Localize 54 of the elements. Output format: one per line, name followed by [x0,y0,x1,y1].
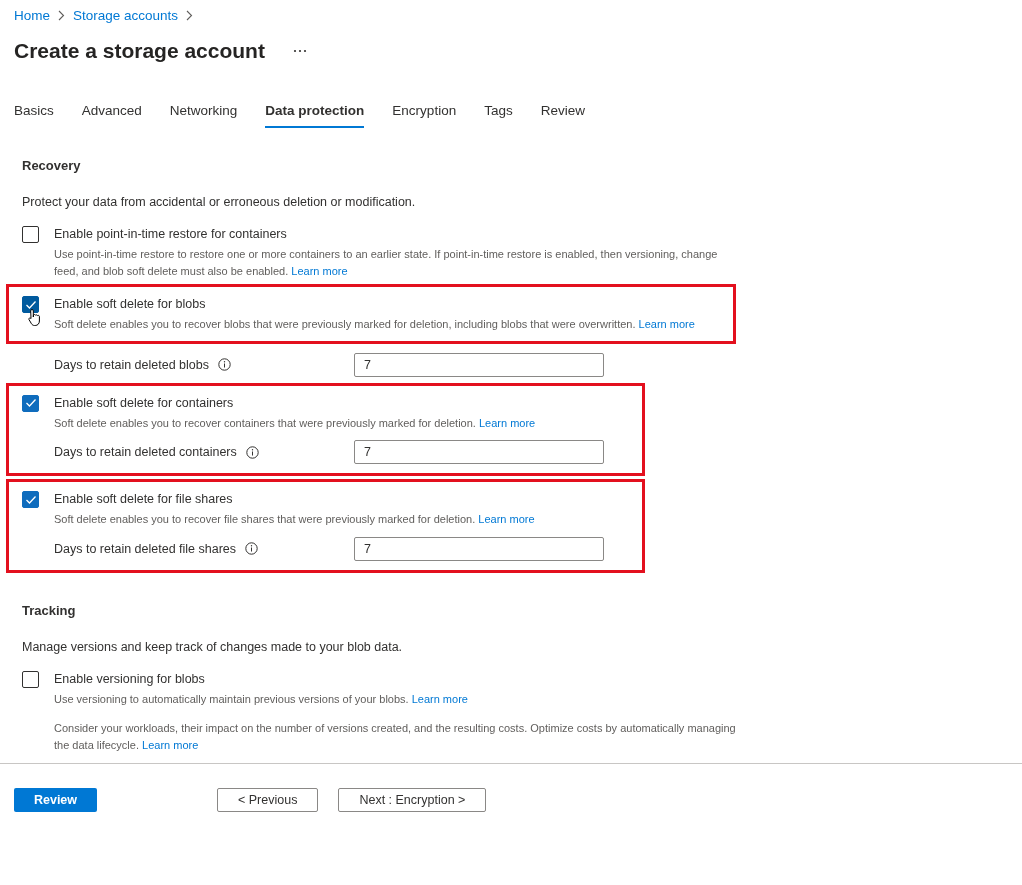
nav-button[interactable]: Next : Encryption > [338,788,487,812]
checkbox[interactable] [22,296,39,313]
section-description: Protect your data from accidental or erroneous deletion or modification. [22,195,417,209]
section-heading: Recovery [22,158,82,173]
info-icon[interactable] [245,542,259,555]
tab[interactable]: Review [540,97,585,128]
days-input[interactable]: 7 [354,440,604,464]
learn-more-link[interactable]: Learn more [478,513,535,525]
checkbox-label: Enable soft delete for containers [54,395,235,410]
checkbox[interactable] [22,394,39,412]
checkbox[interactable] [22,670,39,688]
tab[interactable]: Tags [484,97,513,128]
section-heading: Tracking [22,602,77,618]
option-description: Use versioning to automatically maintain previous versions of your blobs. Learn more [54,691,468,707]
tab[interactable]: Basics [14,97,54,128]
chevron-icon [58,9,65,21]
field-label: Days to retain deleted blobs [54,357,209,372]
learn-more-link[interactable]: Learn more [142,738,199,751]
info-icon[interactable] [245,445,259,459]
tab[interactable]: Advanced [81,97,142,128]
learn-more-link[interactable]: Learn more [478,416,536,429]
days-input[interactable]: 7 [354,352,604,377]
checkbox-label: Enable versioning for blobs [54,671,206,686]
option-description: Soft delete enables you to recover containers that were previously marked for deletion. Learn more [54,415,536,431]
breadcrumb-link[interactable]: Home [14,7,50,23]
option-description: Soft delete enables you to recover blobs that were previously marked for deletion, including blobs that were overwritten. Learn more [54,317,695,332]
learn-more-link[interactable]: Learn more [411,692,468,705]
review-button[interactable]: Review [14,788,97,812]
field-label: Days to retain deleted file shares [54,541,237,556]
info-icon[interactable] [217,358,231,371]
checkmark-icon [24,398,37,408]
option-description: Use point-in-time restore to restore one or more containers to an earlier state. If point-in-time restore is enabled, then versioning, change feed, and blob soft delete must also be enabled. Learn more [54,247,719,279]
field-label: Days to retain deleted containers [54,445,237,459]
days-input[interactable]: 7 [354,536,604,561]
checkbox-label: Enable soft delete for file shares [54,492,234,506]
more-icon[interactable] [292,49,307,53]
section-description: Manage versions and keep track of changes made to your blob data. [22,639,404,654]
chevron-icon [186,9,194,21]
tab[interactable]: Data protection [265,97,365,128]
checkbox[interactable] [22,226,39,243]
checkbox[interactable] [22,491,39,508]
checkmark-icon [24,494,37,505]
learn-more-link[interactable]: Learn more [291,264,348,277]
page-title: Create a storage account [14,39,265,63]
option-description: Soft delete enables you to recover file shares that were previously marked for deletion. Learn more [54,512,535,527]
tab[interactable]: Encryption [392,97,457,128]
checkmark-icon [24,299,37,310]
checkbox-label: Enable point-in-time restore for containers [54,227,288,241]
learn-more-link[interactable]: Learn more [638,318,695,330]
breadcrumb-link[interactable]: Storage accounts [73,7,179,23]
checkbox-label: Enable soft delete for blobs [54,297,207,311]
nav-button[interactable]: < Previous [217,788,319,812]
cost-note: Consider your workloads, their impact on the number of versions created, and the resulting costs. Optimize costs by automatically managing the data lifecycle. Learn more [54,721,737,753]
tab[interactable]: Networking [169,97,238,128]
